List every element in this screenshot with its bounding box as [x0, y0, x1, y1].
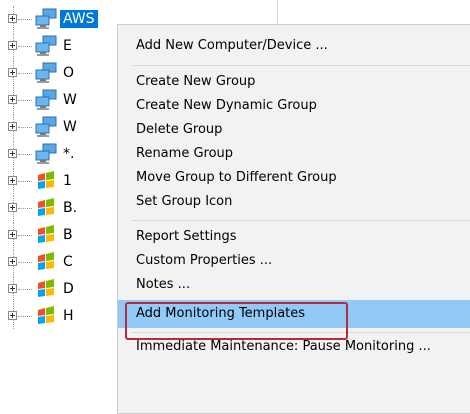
computers-icon [35, 89, 57, 110]
tree-connector [18, 154, 32, 155]
tree-connector [18, 73, 32, 74]
menu-item-set-group-icon[interactable]: Set Group Icon [118, 190, 470, 214]
menu-item-create-new-group[interactable]: Create New Group [118, 70, 470, 94]
tree-connector [18, 127, 32, 128]
menu-item-report-settings[interactable]: Report Settings [118, 225, 470, 249]
menu-separator [132, 65, 470, 66]
expand-icon[interactable] [8, 41, 17, 50]
menu-item-add-new-computer[interactable]: Add New Computer/Device ... [118, 34, 470, 58]
tree-item-label: E [63, 38, 72, 54]
menu-item-rename-group[interactable]: Rename Group [118, 142, 470, 166]
computers-icon [35, 116, 57, 137]
expand-icon[interactable] [8, 203, 17, 212]
context-menu: Add New Computer/Device ... Create New G… [117, 24, 470, 414]
computers-icon [35, 62, 57, 83]
windows-flag-icon [38, 306, 54, 324]
windows-flag-icon [38, 171, 54, 189]
tree-item-label: O [63, 65, 75, 81]
menu-item-delete-group[interactable]: Delete Group [118, 118, 470, 142]
expand-icon[interactable] [8, 68, 17, 77]
tree-item-label: W [63, 119, 77, 135]
tree-connector [18, 100, 32, 101]
windows-flag-icon [38, 252, 54, 270]
tree-connector [18, 316, 32, 317]
expand-icon[interactable] [8, 230, 17, 239]
computers-icon [35, 8, 57, 29]
menu-item-notes[interactable]: Notes ... [118, 273, 470, 297]
tree-item-label: *. [63, 146, 75, 162]
menu-separator [132, 220, 470, 221]
tree-item-label: H [63, 308, 74, 324]
expand-icon[interactable] [8, 176, 17, 185]
annotation-highlight-box [125, 302, 348, 340]
menu-item-create-new-dynamic-group[interactable]: Create New Dynamic Group [118, 94, 470, 118]
expand-icon[interactable] [8, 122, 17, 131]
expand-icon[interactable] [8, 95, 17, 104]
tree-connector [18, 181, 32, 182]
tree-item-label: B. [63, 200, 78, 216]
tree-item-label: W [63, 92, 77, 108]
tree-connector [18, 262, 32, 263]
computers-icon [35, 35, 57, 56]
windows-flag-icon [38, 198, 54, 216]
windows-flag-icon [38, 225, 54, 243]
expand-icon[interactable] [8, 14, 17, 23]
tree-item-label: 1 [63, 173, 72, 189]
expand-icon[interactable] [8, 257, 17, 266]
tree-connector [18, 208, 32, 209]
windows-flag-icon [38, 279, 54, 297]
menu-item-custom-properties[interactable]: Custom Properties ... [118, 249, 470, 273]
tree-connector [18, 289, 32, 290]
tree-item-label: C [63, 254, 73, 270]
tree-item-label: D [63, 281, 74, 297]
tree-connector [18, 46, 32, 47]
menu-item-move-group[interactable]: Move Group to Different Group [118, 166, 470, 190]
tree-connector [18, 235, 32, 236]
computers-icon [35, 143, 57, 164]
expand-icon[interactable] [8, 149, 17, 158]
expand-icon[interactable] [8, 311, 17, 320]
tree-connector [18, 19, 32, 20]
tree-item-label: B [63, 227, 73, 243]
tree-item-label: AWS [60, 10, 98, 28]
expand-icon[interactable] [8, 284, 17, 293]
